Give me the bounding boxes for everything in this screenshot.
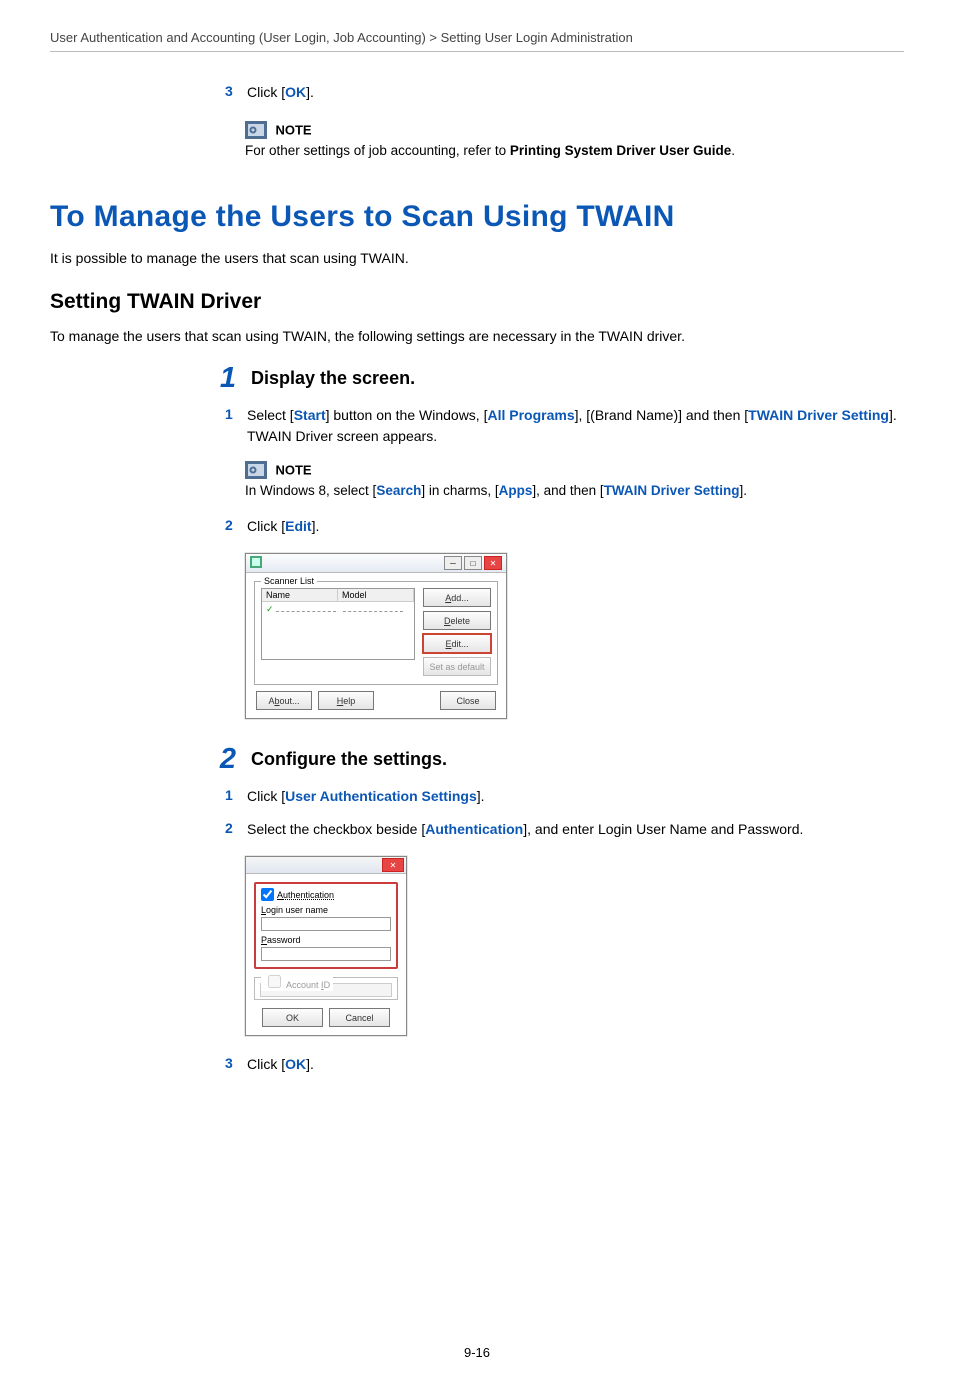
authentication-checkbox[interactable] [261, 888, 274, 901]
intro-para: It is possible to manage the users that … [50, 250, 904, 266]
password-label: PasswordPassword [261, 935, 391, 945]
list-item[interactable]: ✓ [262, 602, 414, 617]
section-title: To Manage the Users to Scan Using TWAIN [50, 200, 904, 234]
login-user-name-label: Login user nameLogin user name [261, 905, 391, 915]
ok-link: OK [285, 84, 306, 100]
authentication-label: AuthenticationAuthentication [277, 890, 334, 900]
s1-2-text: Click [Edit]. [247, 516, 319, 537]
twain-driver-dialog: ─ □ ✕ Scanner List Name Model [245, 553, 507, 719]
scanner-list[interactable]: Name Model ✓ [261, 588, 415, 660]
auth-dialog: ✕ AuthenticationAuthentication Login use… [245, 856, 407, 1036]
subintro-para: To manage the users that scan using TWAI… [50, 328, 904, 344]
subsection-heading: Setting TWAIN Driver [50, 290, 904, 314]
top-step3-text: Click [OK]. [247, 82, 314, 103]
top-step3-num: 3 [225, 83, 243, 99]
close-button[interactable]: ✕ [484, 556, 502, 570]
s2-3-num: 3 [225, 1055, 243, 1071]
close-button-bottom[interactable]: Close [440, 691, 496, 710]
s2-1-num: 1 [225, 787, 243, 803]
page-number: 9-16 [50, 1345, 904, 1360]
maximize-button[interactable]: □ [464, 556, 482, 570]
account-id-label: Account IDAccount ID [286, 980, 330, 990]
bigstep1-num: 1 [198, 364, 236, 393]
note-label: NOTE [275, 463, 311, 478]
ok-button[interactable]: OK [262, 1008, 323, 1027]
s1-2-num: 2 [225, 517, 243, 533]
bigstep1-title: Display the screen. [251, 368, 415, 389]
col-model[interactable]: Model [338, 589, 414, 601]
scanner-list-legend: Scanner List [261, 576, 317, 586]
close-button[interactable]: ✕ [382, 858, 404, 872]
set-default-button[interactable]: Set as default [423, 657, 491, 676]
s2-2-num: 2 [225, 820, 243, 836]
note-label: NOTE [275, 123, 311, 138]
note-body: For other settings of job accounting, re… [245, 143, 904, 158]
add-button[interactable]: AAdd...dd... [423, 588, 491, 607]
s2-3-text: Click [OK]. [247, 1054, 314, 1075]
cancel-button[interactable]: Cancel [329, 1008, 390, 1027]
check-icon: ✓ [266, 604, 274, 614]
about-button[interactable]: About...About... [256, 691, 312, 710]
note-icon [245, 121, 267, 139]
bigstep2-num: 2 [198, 745, 236, 774]
s1-1-num: 1 [225, 406, 243, 422]
note-icon [245, 461, 267, 479]
app-icon [250, 556, 262, 570]
auth-highlight-box: AuthenticationAuthentication Login user … [254, 882, 398, 969]
login-user-name-input[interactable] [261, 917, 391, 931]
help-button[interactable]: HelpHelp [318, 691, 374, 710]
s1-1-text: Select [Start] button on the Windows, [A… [247, 405, 904, 447]
bigstep2-title: Configure the settings. [251, 749, 447, 770]
edit-button[interactable]: Edit...Edit... [423, 634, 491, 653]
note-body: In Windows 8, select [Search] in charms,… [245, 483, 904, 498]
account-id-checkbox [268, 975, 281, 988]
minimize-button[interactable]: ─ [444, 556, 462, 570]
s2-2-text: Select the checkbox beside [Authenticati… [247, 819, 803, 840]
delete-button[interactable]: DeleteDelete [423, 611, 491, 630]
s2-1-text: Click [User Authentication Settings]. [247, 786, 485, 807]
col-name[interactable]: Name [262, 589, 338, 601]
password-input[interactable] [261, 947, 391, 961]
breadcrumb: User Authentication and Accounting (User… [50, 30, 904, 52]
